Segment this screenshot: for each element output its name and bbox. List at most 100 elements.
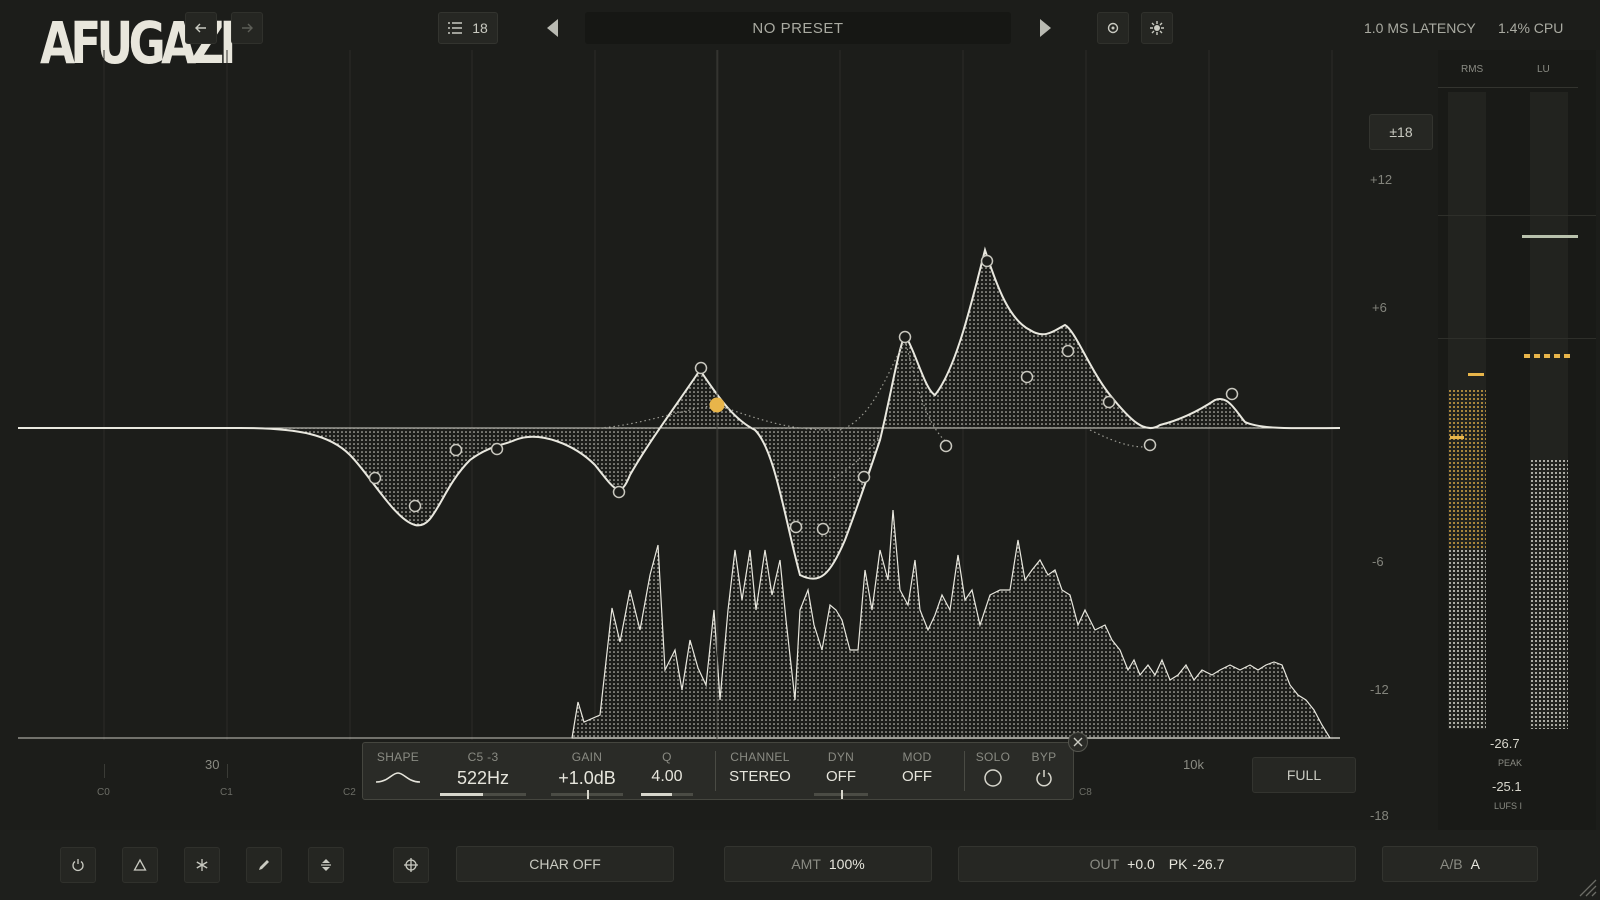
target-button[interactable] — [393, 847, 429, 883]
close-icon — [1073, 737, 1083, 747]
spectrum-analyzer — [571, 509, 1340, 739]
scale-button[interactable] — [308, 847, 344, 883]
frequency-value: 522Hz — [456, 768, 510, 788]
eq-band-node-selected[interactable] — [709, 397, 725, 413]
bypass-toggle[interactable]: BYP — [1019, 743, 1069, 799]
amount-control[interactable]: AMT 100% — [724, 846, 932, 882]
lufs-label: LUFS I — [1494, 801, 1523, 811]
rms-label: RMS — [1461, 64, 1484, 75]
ab-label: A/B — [1440, 856, 1463, 872]
note-label: C0 — [97, 787, 110, 798]
next-preset-icon — [1040, 19, 1051, 37]
rms-peak-level — [1448, 389, 1486, 549]
undo-button[interactable] — [185, 12, 217, 44]
eq-graph[interactable] — [0, 50, 1380, 740]
resize-handle[interactable] — [1574, 874, 1598, 898]
asterisk-icon — [196, 859, 208, 871]
eq-band-node[interactable] — [898, 330, 912, 344]
eq-band-node[interactable] — [612, 485, 626, 499]
mod-value: OFF — [902, 768, 932, 785]
meter-grid-line — [1438, 338, 1596, 339]
frequency-slider[interactable] — [440, 793, 526, 796]
lu-meter — [1522, 92, 1578, 729]
next-preset-button[interactable] — [1037, 18, 1053, 38]
meter-value-2: -25.1 — [1492, 779, 1522, 794]
dyn-slider[interactable] — [814, 790, 868, 799]
rms-level — [1448, 549, 1486, 729]
list-icon — [448, 22, 463, 34]
ab-compare-button[interactable]: A/B A — [1382, 846, 1538, 882]
eq-band-node[interactable] — [1225, 387, 1239, 401]
range-button[interactable]: ±18 — [1369, 114, 1433, 150]
y-tick: -12 — [1370, 682, 1389, 697]
close-band-panel-button[interactable] — [1068, 732, 1088, 752]
eq-band-node[interactable] — [408, 499, 422, 513]
q-slider[interactable] — [641, 793, 693, 796]
output-control[interactable]: OUT +0.0 PK -26.7 — [958, 846, 1356, 882]
full-view-button[interactable]: FULL — [1252, 757, 1356, 793]
settings-button[interactable] — [1141, 12, 1173, 44]
auto-button[interactable] — [184, 847, 220, 883]
eq-band-node[interactable] — [789, 520, 803, 534]
frequency-control[interactable]: C5 -3 522Hz — [433, 743, 533, 799]
out-label: OUT — [1089, 856, 1120, 872]
channel-label: CHANNEL — [730, 750, 790, 764]
eq-band-node[interactable] — [1143, 438, 1157, 452]
gain-label: GAIN — [571, 750, 603, 764]
redo-button[interactable] — [231, 12, 263, 44]
prev-preset-icon — [547, 19, 558, 37]
q-control[interactable]: Q 4.00 — [637, 743, 697, 799]
preset-browser-button[interactable]: 18 — [438, 12, 498, 44]
dyn-value: OFF — [826, 768, 856, 785]
y-tick: -18 — [1370, 808, 1389, 823]
note-readout: C5 -3 — [467, 750, 499, 764]
mod-control[interactable]: MOD OFF — [884, 743, 950, 799]
amt-label: AMT — [791, 856, 821, 872]
note-label: C8 — [1079, 787, 1092, 798]
delta-button[interactable] — [122, 847, 158, 883]
mod-label: MOD — [902, 750, 932, 764]
crosshair-icon — [404, 858, 418, 872]
latency-readout: 1.0 MS LATENCY — [1364, 20, 1476, 36]
draw-button[interactable] — [246, 847, 282, 883]
peak-label: PEAK — [1498, 758, 1523, 768]
triangle-icon — [133, 858, 147, 871]
eq-band-node[interactable] — [816, 522, 830, 536]
shape-control[interactable]: SHAPE — [363, 743, 433, 799]
sync-button[interactable] — [1097, 12, 1129, 44]
eq-band-node[interactable] — [490, 442, 504, 456]
channel-control[interactable]: CHANNEL STEREO — [715, 743, 805, 799]
eq-band-node[interactable] — [980, 254, 994, 268]
q-value: 4.00 — [651, 768, 683, 785]
power-button[interactable] — [60, 847, 96, 883]
dyn-label: DYN — [827, 750, 855, 764]
y-tick: -6 — [1372, 554, 1384, 569]
panel-divider — [964, 751, 965, 791]
pk-value: -26.7 — [1192, 856, 1225, 872]
note-label: C2 — [343, 787, 356, 798]
up-down-icon — [321, 859, 331, 871]
eq-band-node[interactable] — [857, 470, 871, 484]
shape-label: SHAPE — [376, 750, 420, 764]
eq-band-node[interactable] — [1102, 395, 1116, 409]
gain-slider[interactable] — [551, 790, 623, 799]
eq-band-node[interactable] — [1020, 370, 1034, 384]
y-tick: +6 — [1372, 300, 1387, 315]
undo-icon — [195, 23, 206, 33]
lu-level — [1530, 459, 1568, 729]
preset-name-display[interactable]: NO PRESET — [585, 12, 1011, 44]
x-freq-label: 10k — [1183, 757, 1204, 772]
prev-preset-button[interactable] — [545, 18, 561, 38]
eq-band-node[interactable] — [694, 361, 708, 375]
eq-band-node[interactable] — [368, 471, 382, 485]
char-button[interactable]: CHAR OFF — [456, 846, 674, 882]
meter-grid-line — [1438, 215, 1596, 216]
out-value: +0.0 — [1127, 856, 1155, 872]
gain-control[interactable]: GAIN +1.0dB — [541, 743, 633, 799]
dyn-control[interactable]: DYN OFF — [808, 743, 874, 799]
eq-band-node[interactable] — [449, 443, 463, 457]
solo-toggle[interactable]: SOLO — [968, 743, 1018, 799]
eq-band-node[interactable] — [939, 439, 953, 453]
eq-band-node[interactable] — [1061, 344, 1075, 358]
x-freq-label: 30 — [205, 757, 220, 772]
